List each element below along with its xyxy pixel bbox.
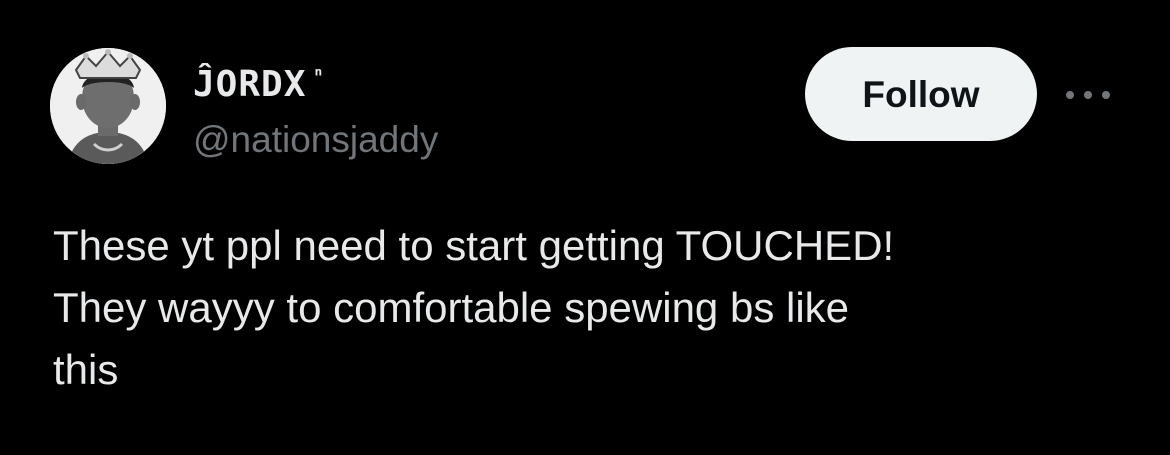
- display-name-suffix: ⁿ: [312, 63, 326, 87]
- more-options-button[interactable]: [1060, 80, 1116, 110]
- display-name[interactable]: ĴORDX ⁿ: [193, 52, 438, 108]
- follow-button[interactable]: Follow: [805, 47, 1037, 141]
- tweet-card: ĴORDX ⁿ @nationsjaddy Follow These yt ppl…: [0, 0, 1170, 455]
- tweet-text-line: These yt ppl need to start getting TOUCH…: [53, 222, 895, 269]
- user-info: ĴORDX ⁿ @nationsjaddy: [193, 52, 438, 162]
- tweet-text-line: this: [53, 346, 119, 393]
- avatar-silhouette-icon: [50, 48, 166, 164]
- tweet-text: These yt ppl need to start getting TOUCH…: [53, 215, 1133, 401]
- tweet-text-line: They wayyy to comfortable spewing bs lik…: [53, 284, 850, 331]
- avatar[interactable]: [50, 48, 166, 164]
- display-name-text: ĴORDX: [193, 64, 307, 105]
- more-dots-icon: [1066, 91, 1110, 99]
- user-handle[interactable]: @nationsjaddy: [193, 118, 438, 162]
